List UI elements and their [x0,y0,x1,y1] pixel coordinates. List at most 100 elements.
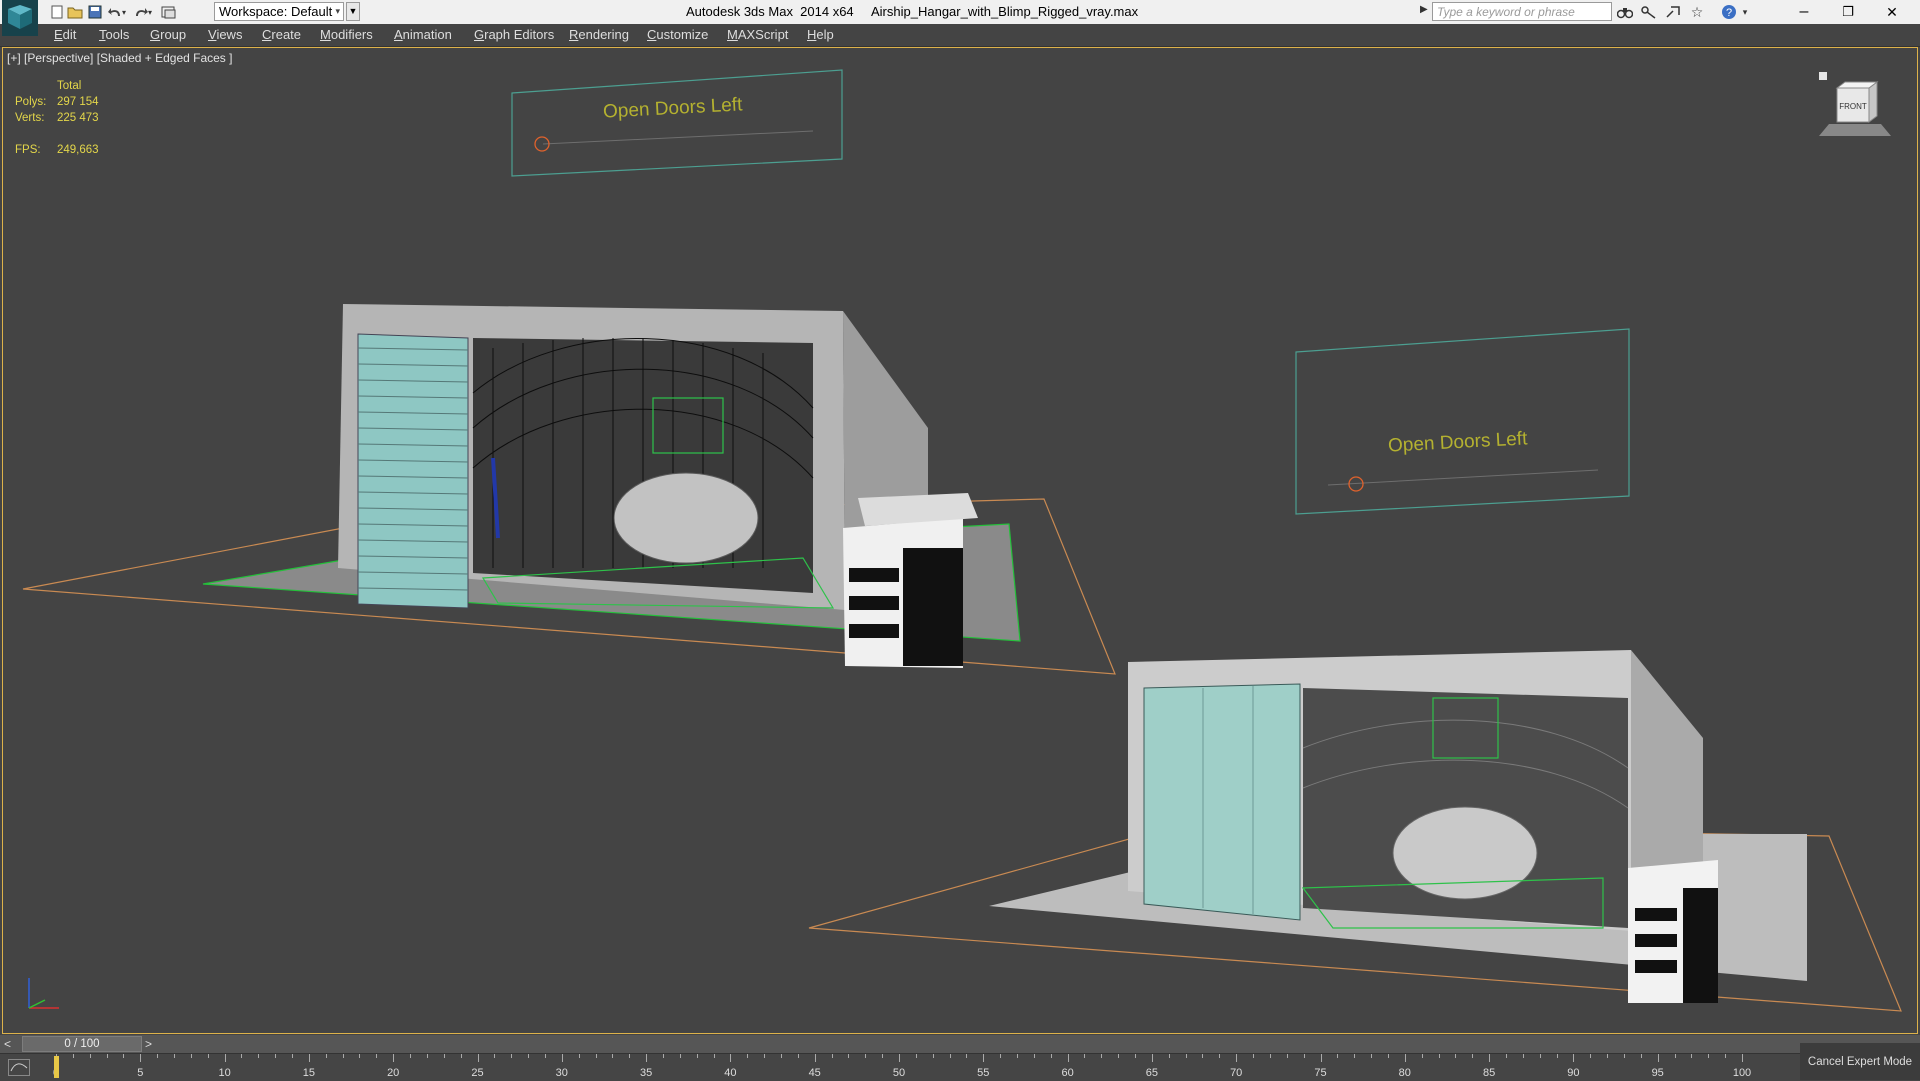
key-icon[interactable] [1640,3,1658,21]
mini-curve-editor-icon[interactable] [8,1059,30,1076]
scene-canvas[interactable]: Open Doors Left Open Doors Left [3,48,1918,1034]
viewport-label[interactable]: [+] [Perspective] [Shaded + Edged Faces … [7,51,232,65]
restore-button[interactable]: ❐ [1826,0,1870,24]
track-tick [1236,1054,1238,1062]
help-dropdown-icon[interactable]: ▾ [1740,3,1750,21]
track-tick [629,1054,631,1058]
track-tick [561,1054,563,1062]
new-file-icon[interactable] [48,3,66,21]
menu-create[interactable]: Create [262,27,301,42]
track-tick [1000,1054,1002,1058]
prev-frame-button[interactable]: < [4,1035,18,1053]
hangar-right[interactable] [989,650,1807,1003]
track-tick [1657,1054,1659,1062]
track-tick [1354,1054,1356,1058]
menu-edit[interactable]: Edit [54,27,76,42]
minimize-button[interactable]: – [1782,0,1826,24]
menu-animation[interactable]: Animation [394,27,452,42]
track-tick [730,1054,732,1062]
time-slider-thumb[interactable]: 0 / 100 [22,1036,142,1052]
menu-modifiers[interactable]: Modifiers [320,27,373,42]
track-tick [89,1054,91,1058]
axis-tripod-icon [25,972,65,1015]
project-folder-icon[interactable] [160,3,178,21]
track-tick [1371,1054,1373,1058]
hangar-left[interactable] [202,304,1021,668]
stats-header: Total [57,80,82,92]
track-tick [1455,1054,1457,1058]
track-tick-label: 25 [471,1067,484,1079]
track-tick-label: 90 [1567,1067,1580,1079]
track-tick [1185,1054,1187,1058]
menu-group[interactable]: Group [150,27,186,42]
track-tick-label: 95 [1651,1067,1664,1079]
track-tick [1219,1054,1221,1058]
track-tick [1084,1054,1086,1058]
menu-help[interactable]: Help [807,27,834,42]
quick-access-customize-button[interactable]: ▼ [346,2,360,21]
search-expand-icon[interactable]: ▶ [1420,4,1428,15]
menu-rendering[interactable]: Rendering [569,27,629,42]
track-tick [848,1054,850,1058]
track-tick [1640,1054,1642,1058]
viewcube[interactable]: FRONT [1815,68,1895,141]
track-tick [123,1054,125,1058]
track-tick [966,1054,968,1058]
search-input[interactable]: Type a keyword or phrase [1432,2,1612,21]
cancel-expert-mode-button[interactable]: Cancel Expert Mode [1800,1043,1920,1080]
help-icon[interactable]: ? [1720,3,1738,21]
workspace-dropdown[interactable]: Workspace: Default ▾ [214,2,344,21]
track-tick [612,1054,614,1058]
track-tick [342,1054,344,1058]
menu-views[interactable]: Views [208,27,242,42]
home-icon[interactable] [1819,68,1827,80]
track-tick [1522,1054,1524,1058]
slider-open-doors-left-2[interactable] [1295,328,1630,515]
menu-maxscript[interactable]: MAXScript [727,27,788,42]
blimp-right[interactable] [1392,806,1538,900]
polys-label: Polys: [15,96,47,108]
current-frame-marker[interactable] [54,1056,59,1078]
fps-label: FPS: [15,144,41,156]
track-tick-label: 75 [1314,1067,1327,1079]
track-tick [797,1054,799,1058]
track-bar[interactable]: 0510152025303540455055606570758085909510… [0,1053,1920,1081]
track-tick [1337,1054,1339,1058]
track-tick [460,1054,462,1058]
search-placeholder: Type a keyword or phrase [1437,5,1575,19]
track-tick [595,1054,597,1058]
blimp-left[interactable] [613,472,759,564]
application-menu-button[interactable] [2,0,38,36]
slider-open-doors-left-1[interactable] [511,69,843,177]
track-tick [494,1054,496,1058]
track-tick [393,1054,395,1062]
perspective-viewport[interactable]: Open Doors Left Open Doors Left [+] [Per… [2,47,1918,1034]
time-slider[interactable]: < 0 / 100 > [0,1035,1920,1053]
connect-icon[interactable] [1664,3,1682,21]
track-tick [1404,1054,1406,1062]
menu-graph-editors[interactable]: Graph Editors [474,27,554,42]
next-frame-button[interactable]: > [145,1035,159,1053]
verts-value: 225 473 [57,112,99,124]
menu-bar: Edit Tools Group Views Create Modifiers … [0,24,1920,47]
track-tick-label: 70 [1230,1067,1243,1079]
polys-value: 297 154 [57,96,99,108]
track-tick-label: 40 [724,1067,737,1079]
open-file-icon[interactable] [66,3,84,21]
star-icon[interactable]: ☆ [1688,3,1706,21]
menu-tools[interactable]: Tools [99,27,129,42]
redo-dropdown-icon[interactable]: ▾ [146,3,154,21]
track-tick [1067,1054,1069,1062]
track-tick [831,1054,833,1058]
track-tick [915,1054,917,1058]
track-tick [1151,1054,1153,1062]
menu-customize[interactable]: Customize [647,27,708,42]
track-tick [1135,1054,1137,1058]
save-icon[interactable] [86,3,104,21]
track-tick [983,1054,985,1062]
close-button[interactable]: ✕ [1870,0,1914,24]
binoculars-icon[interactable] [1616,3,1634,21]
track-tick [1253,1054,1255,1058]
undo-dropdown-icon[interactable]: ▾ [120,3,128,21]
track-tick [1387,1054,1389,1058]
